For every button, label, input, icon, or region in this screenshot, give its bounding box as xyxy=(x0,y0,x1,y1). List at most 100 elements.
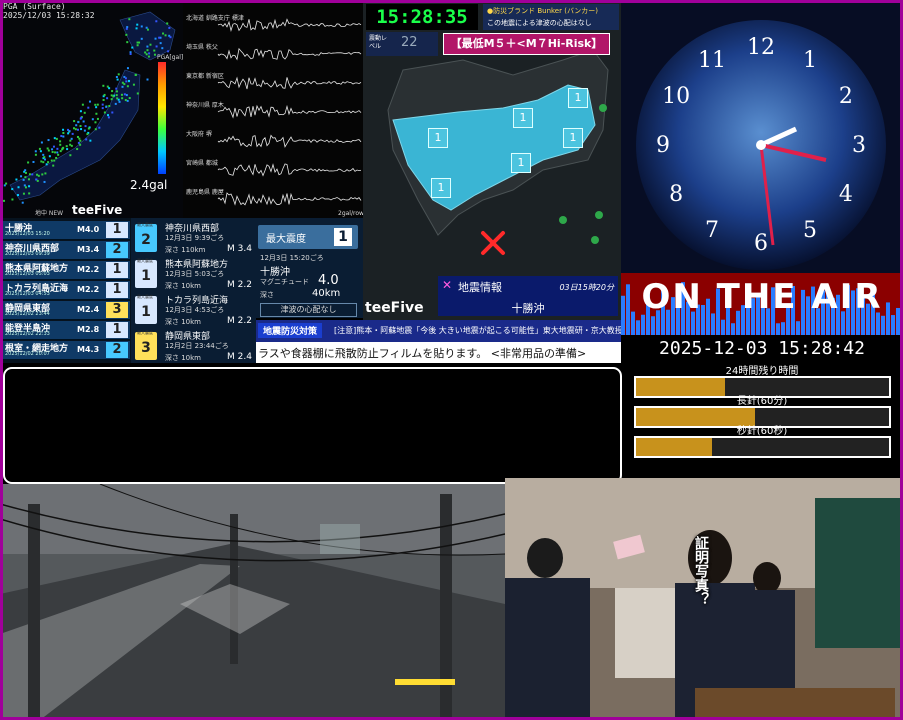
pga-station-dot xyxy=(62,131,65,134)
pga-station-dot xyxy=(40,141,43,144)
pga-station-dot xyxy=(80,128,83,131)
pga-station-dot xyxy=(74,128,77,131)
pga-station-dot xyxy=(32,160,35,163)
event-magnitude: M 2.2 xyxy=(227,316,252,326)
pga-station-dot xyxy=(73,120,76,123)
pga-station-dot xyxy=(168,26,171,29)
clock-numeral: 5 xyxy=(803,218,817,243)
drama-camera-feed: 証明写真？ xyxy=(505,478,903,720)
pga-station-dot xyxy=(144,51,147,54)
pga-station-dot xyxy=(76,128,79,131)
pga-station-dot xyxy=(96,117,99,120)
pga-station-dot xyxy=(145,53,148,56)
pga-station-dot xyxy=(96,103,99,106)
quake-magnitude: M2.2 xyxy=(77,285,100,294)
pga-panel: PGA (Surface) 2025/12/03 15:28:32 PGA[ga… xyxy=(0,0,183,218)
quake-list-row[interactable]: 神奈川県西部 2025/12/03 09:39 M3.4 2 xyxy=(3,241,130,260)
pga-station-dot xyxy=(159,42,162,45)
quake-list-row[interactable]: 能登半島沖 2025/12/02 22:33 M2.8 1 xyxy=(3,321,130,340)
waveform-station-label: 神奈川県 厚木 xyxy=(186,102,224,109)
pga-station-dot xyxy=(135,27,138,30)
pga-station-dot xyxy=(47,139,50,142)
progress-bar xyxy=(634,436,891,458)
shake-level-box: 震動レベル 22 xyxy=(366,32,438,56)
pga-station-dot xyxy=(24,171,27,174)
quake-info-box: ✕ 地震情報 03日15時20分 十勝沖 xyxy=(438,276,618,316)
pga-station-dot xyxy=(134,73,137,76)
pga-station-dot xyxy=(53,137,56,140)
quake-list-row[interactable]: 熊本県阿蘇地方 2025/12/03 05:03 M2.2 1 xyxy=(3,261,130,280)
tsunami-status: 津波の心配なし xyxy=(260,303,357,317)
pga-station-dot xyxy=(24,176,27,179)
pga-station-dot xyxy=(166,22,169,25)
info-place: 十勝沖 xyxy=(511,302,545,315)
digital-clock: 15:28:35 xyxy=(366,4,478,30)
pga-station-dot xyxy=(105,105,108,108)
street-camera-image xyxy=(0,484,505,720)
station-dot xyxy=(591,236,599,244)
quake-list-row[interactable]: 十勝沖 2025/12/03 15:20 M4.0 1 xyxy=(3,221,130,240)
pga-station-dot xyxy=(125,94,128,97)
pga-station-dot xyxy=(76,135,79,138)
pga-station-dot xyxy=(53,159,56,162)
pga-station-dot xyxy=(128,79,131,82)
pga-station-dot xyxy=(126,41,129,44)
quake-time: 2025/12/02 22:33 xyxy=(5,331,50,337)
pga-station-dot xyxy=(140,37,143,40)
quake-time: 2025/12/03 09:39 xyxy=(5,251,50,257)
pga-station-dot xyxy=(67,132,70,135)
pga-station-dot xyxy=(86,133,89,136)
event-intensity-label: 最大震度 xyxy=(137,222,153,227)
pga-station-dot xyxy=(117,98,120,101)
pga-station-dot xyxy=(167,50,170,53)
pga-station-dot xyxy=(75,124,78,127)
pga-subtitle: 地中 NEW xyxy=(35,210,64,217)
quake-list-row[interactable]: トカラ列島近海 2025/12/03 04:53 M2.2 1 xyxy=(3,281,130,300)
quake-magnitude: M2.4 xyxy=(77,305,100,314)
waveform-station-label: 北海道 釧路支庁 標津 xyxy=(186,15,244,22)
quake-magnitude: M4.0 xyxy=(77,225,100,234)
quake-list-row[interactable]: 静岡県東部 2025/12/02 23:44 M2.4 3 xyxy=(3,301,130,320)
pga-station-dot xyxy=(42,153,45,156)
pga-station-dot xyxy=(95,106,98,109)
max-intensity-panel: 最大震度 1 12月3日 15:20ごろ 十勝沖 マグニチュード 4.0 深さ … xyxy=(256,218,363,318)
pga-station-dot xyxy=(123,93,126,96)
quake-list-row[interactable]: 根室・網走地方 2025/12/02 20:07 M4.3 2 xyxy=(3,341,130,360)
pga-station-dot xyxy=(118,100,121,103)
pga-station-dot xyxy=(43,158,46,161)
quake-intensity-badge: 2 xyxy=(106,342,128,358)
pga-station-dot xyxy=(57,153,60,156)
clock-numeral: 11 xyxy=(698,48,726,73)
intensity-marker: 1 xyxy=(428,128,448,148)
pga-station-dot xyxy=(62,135,65,138)
pga-station-dot xyxy=(37,174,40,177)
intensity-marker: 1 xyxy=(513,108,533,128)
pga-station-dot xyxy=(11,198,14,201)
pga-station-dot xyxy=(0,182,3,185)
recent-event-card[interactable]: 3 最大震度 静岡県東部 12月2日 23:44ごろ 深さ 10km M 2.4 xyxy=(131,326,256,368)
pga-station-dot xyxy=(47,161,50,164)
pga-station-dot xyxy=(146,28,149,31)
pga-station-dot xyxy=(153,53,156,56)
pga-station-dot xyxy=(70,144,73,147)
pga-station-dot xyxy=(55,137,58,140)
pga-station-dot xyxy=(124,77,127,80)
clock-numeral: 7 xyxy=(705,218,719,243)
event-intensity-badge: 1 xyxy=(135,296,157,324)
pga-station-dot xyxy=(24,169,27,172)
event-date: 12月3日 9:39ごろ xyxy=(165,234,225,242)
analog-clock-panel: 1 2 3 4 5 6 7 8 9 10 11 12 xyxy=(621,0,903,273)
pga-station-dot xyxy=(111,111,114,114)
waveform-scale: 2gal/row xyxy=(338,210,364,217)
pga-station-dot xyxy=(169,36,172,39)
event-magnitude: M 2.2 xyxy=(227,280,252,290)
pga-station-dot xyxy=(117,73,120,76)
pga-current-value: 2.4gal xyxy=(130,178,168,192)
pga-station-dot xyxy=(82,120,85,123)
waveform-trace xyxy=(217,104,362,119)
pga-station-dot xyxy=(28,192,31,195)
pga-station-dot xyxy=(38,147,41,150)
pga-station-dot xyxy=(77,121,80,124)
quake-intensity-badge: 1 xyxy=(106,322,128,338)
pga-station-dot xyxy=(121,97,124,100)
